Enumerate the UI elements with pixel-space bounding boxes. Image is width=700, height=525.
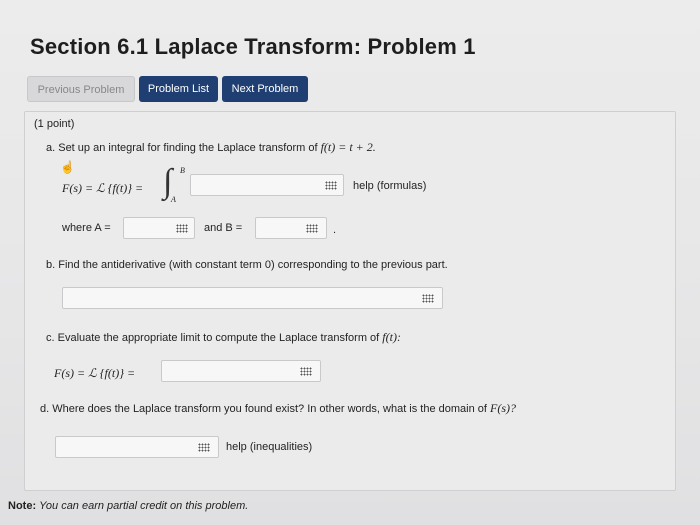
- part-a-lhs: F(s) = ℒ {f(t)} =: [62, 181, 144, 195]
- hand-pointer-icon: ☝: [60, 160, 75, 174]
- part-d-prompt-text: d. Where does the Laplace transform you …: [40, 403, 487, 415]
- note-label: Note:: [8, 500, 37, 512]
- part-b-prompt: b. Find the antiderivative (with constan…: [46, 259, 448, 271]
- integral-upper-limit: B: [180, 166, 185, 175]
- help-formulas-link[interactable]: help (formulas): [353, 180, 426, 192]
- integral-lower-limit: A: [171, 195, 176, 204]
- where-a-label: where A =: [62, 222, 111, 234]
- laplace-transform-input[interactable]: [161, 360, 321, 382]
- period-text: .: [333, 224, 337, 236]
- equation-editor-icon[interactable]: [300, 367, 312, 376]
- page-title: Section 6.1 Laplace Transform: Problem 1: [30, 34, 476, 59]
- part-c-lhs: F(s) = ℒ {f(t)} =: [54, 366, 136, 380]
- equation-editor-icon[interactable]: [306, 224, 318, 233]
- help-inequalities-link[interactable]: help (inequalities): [226, 441, 312, 453]
- part-a-prompt-text: a. Set up an integral for finding the La…: [46, 142, 318, 154]
- integrand-input[interactable]: [190, 174, 344, 196]
- note-text: You can earn partial credit on this prob…: [39, 500, 249, 512]
- and-b-label: and B =: [204, 222, 243, 234]
- equation-editor-icon[interactable]: [422, 294, 434, 303]
- next-problem-button[interactable]: Next Problem: [222, 76, 308, 102]
- domain-input[interactable]: [55, 436, 219, 458]
- part-a-prompt: a. Set up an integral for finding the La…: [46, 140, 376, 155]
- equation-editor-icon[interactable]: [325, 181, 337, 190]
- part-c-prompt-text: c. Evaluate the appropriate limit to com…: [46, 332, 380, 344]
- part-d-function: F(s)?: [490, 401, 517, 415]
- part-a-function: f(t) = t + 2.: [320, 140, 376, 154]
- partial-credit-note: Note: You can earn partial credit on thi…: [8, 500, 248, 512]
- problem-list-button[interactable]: Problem List: [139, 76, 218, 102]
- part-c-prompt: c. Evaluate the appropriate limit to com…: [46, 330, 401, 345]
- part-d-prompt: d. Where does the Laplace transform you …: [40, 401, 516, 416]
- antiderivative-input[interactable]: [62, 287, 443, 309]
- points-label: (1 point): [34, 118, 75, 130]
- previous-problem-button[interactable]: Previous Problem: [27, 76, 135, 102]
- equation-editor-icon[interactable]: [176, 224, 188, 233]
- equation-editor-icon[interactable]: [198, 443, 210, 452]
- part-c-function: f(t):: [382, 330, 401, 344]
- page: Section 6.1 Laplace Transform: Problem 1…: [0, 0, 700, 525]
